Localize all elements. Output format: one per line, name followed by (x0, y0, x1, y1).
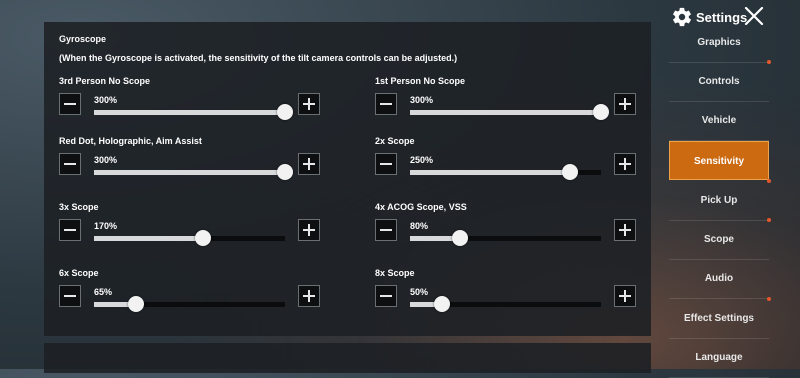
slider-label: Red Dot, Holographic, Aim Assist (59, 136, 202, 146)
tab-label: Audio (704, 273, 734, 284)
slider-fill (410, 110, 601, 115)
tab-label: Graphics (697, 37, 741, 48)
notification-dot (767, 297, 771, 301)
tab-pick-up[interactable]: Pick Up (669, 179, 771, 221)
tab-label: Vehicle (701, 115, 737, 126)
slider-red-dot-holographic: Red Dot, Holographic, Aim Assist 300% (59, 136, 320, 180)
slider-2x-scope: 2x Scope 250% (375, 136, 636, 180)
slider-thumb[interactable] (277, 104, 293, 120)
slider-thumb[interactable] (194, 230, 211, 246)
tab-graphics[interactable]: Graphics (669, 23, 769, 63)
section-note: (When the Gyroscope is activated, the se… (59, 53, 458, 63)
slider-value: 300% (410, 95, 434, 105)
increase-button[interactable] (614, 285, 636, 307)
slider-label: 3x Scope (59, 202, 99, 212)
slider-track[interactable] (410, 104, 609, 120)
slider-value: 300% (94, 95, 118, 105)
slider-label: 3rd Person No Scope (59, 76, 151, 86)
slider-track[interactable] (94, 104, 293, 120)
increase-button[interactable] (614, 153, 636, 175)
decrease-button[interactable] (59, 285, 81, 307)
slider-track[interactable] (410, 296, 601, 312)
tab-label: Scope (703, 234, 734, 245)
slider-3rd-person-no-scope: 3rd Person No Scope 300% (59, 76, 320, 120)
increase-button[interactable] (614, 219, 636, 241)
slider-value: 65% (94, 287, 113, 297)
slider-thumb[interactable] (593, 104, 609, 120)
increase-button[interactable] (298, 153, 320, 175)
slider-label: 6x Scope (59, 268, 99, 278)
tab-label: Pick Up (700, 195, 738, 206)
increase-button[interactable] (614, 93, 636, 115)
tab-label: Controls (698, 76, 740, 87)
decrease-button[interactable] (375, 93, 397, 115)
slider-4x-acog-scope: 4x ACOG Scope, VSS 80% (375, 202, 636, 246)
slider-value: 250% (410, 155, 434, 165)
slider-track[interactable] (410, 164, 601, 180)
slider-track[interactable] (94, 164, 293, 180)
slider-track[interactable] (94, 230, 285, 246)
tab-language[interactable]: Language (669, 338, 769, 378)
slider-label: 8x Scope (375, 268, 415, 278)
tab-effect-settings[interactable]: Effect Settings (669, 297, 771, 339)
slider-thumb[interactable] (451, 230, 468, 246)
slider-thumb[interactable] (128, 296, 145, 312)
slider-value: 50% (410, 287, 429, 297)
decrease-button[interactable] (59, 93, 81, 115)
slider-value: 170% (94, 221, 118, 231)
increase-button[interactable] (298, 93, 320, 115)
slider-label: 1st Person No Scope (375, 76, 466, 86)
decrease-button[interactable] (375, 153, 397, 175)
slider-value: 300% (94, 155, 118, 165)
notification-dot (767, 218, 771, 222)
slider-thumb[interactable] (277, 164, 293, 180)
slider-3x-scope: 3x Scope 170% (59, 202, 320, 246)
tab-label: Sensitivity (693, 156, 745, 167)
slider-8x-scope: 8x Scope 50% (375, 268, 636, 312)
slider-fill (94, 236, 203, 241)
tab-label: Effect Settings (683, 313, 754, 324)
tab-audio[interactable]: Audio (669, 259, 769, 299)
slider-6x-scope: 6x Scope 65% (59, 268, 320, 312)
slider-fill (94, 170, 285, 175)
slider-label: 4x ACOG Scope, VSS (375, 202, 467, 212)
slider-track[interactable] (410, 230, 601, 246)
slider-fill (410, 170, 571, 175)
tab-vehicle[interactable]: Vehicle (669, 101, 769, 141)
tab-scope[interactable]: Scope (669, 218, 771, 260)
notification-dot (767, 60, 771, 64)
slider-1st-person-no-scope: 1st Person No Scope 300% (375, 76, 636, 120)
increase-button[interactable] (298, 285, 320, 307)
slider-fill (94, 110, 285, 115)
tab-controls[interactable]: Controls (669, 60, 771, 102)
notification-dot (767, 179, 771, 183)
increase-button[interactable] (298, 219, 320, 241)
decrease-button[interactable] (59, 219, 81, 241)
decrease-button[interactable] (375, 285, 397, 307)
tab-label: Language (695, 352, 743, 363)
decrease-button[interactable] (59, 153, 81, 175)
section-title: Gyroscope (59, 34, 107, 44)
decrease-button[interactable] (375, 219, 397, 241)
tab-sensitivity[interactable]: Sensitivity (669, 141, 769, 180)
slider-value: 80% (410, 221, 429, 231)
slider-label: 2x Scope (375, 136, 415, 146)
slider-track[interactable] (94, 296, 285, 312)
